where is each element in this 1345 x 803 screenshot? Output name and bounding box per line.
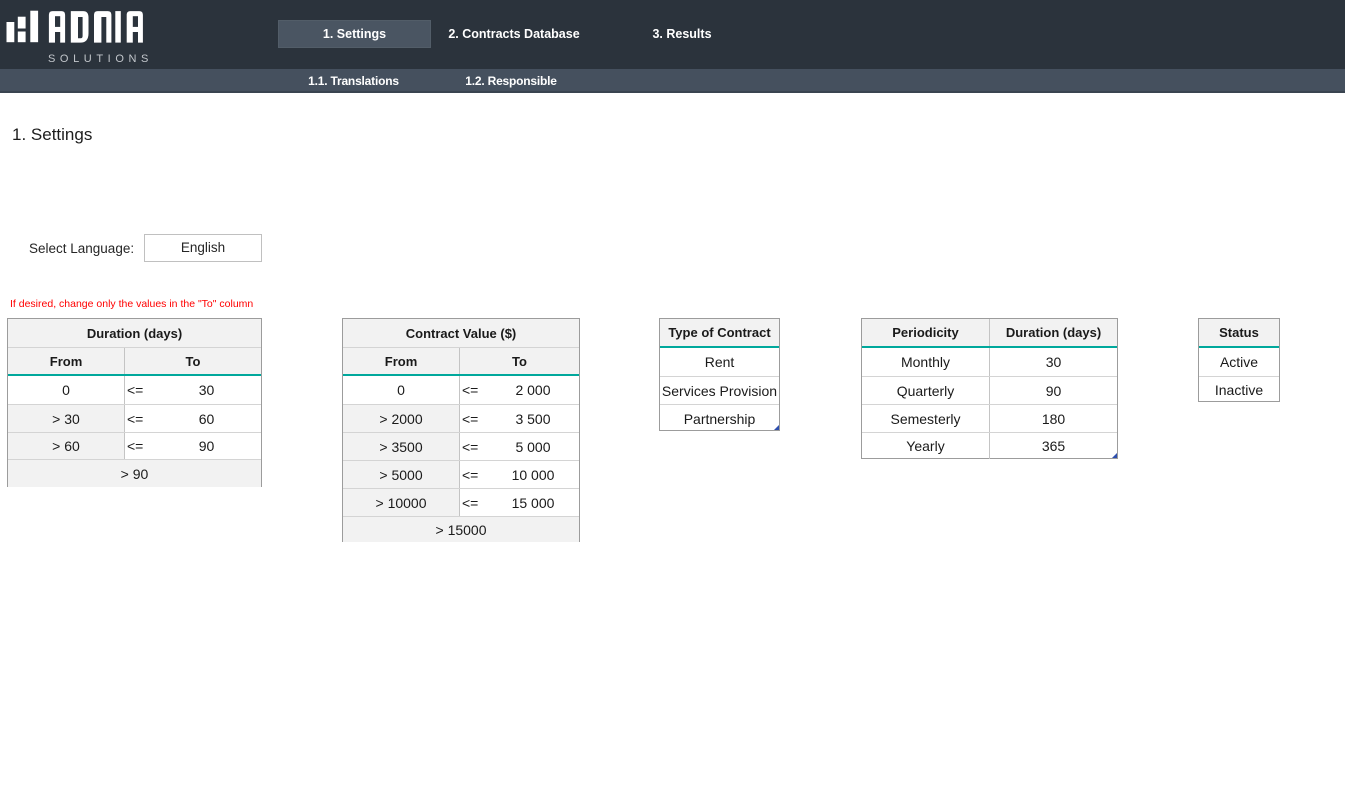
svg-text:SOLUTIONS: SOLUTIONS: [48, 53, 153, 65]
